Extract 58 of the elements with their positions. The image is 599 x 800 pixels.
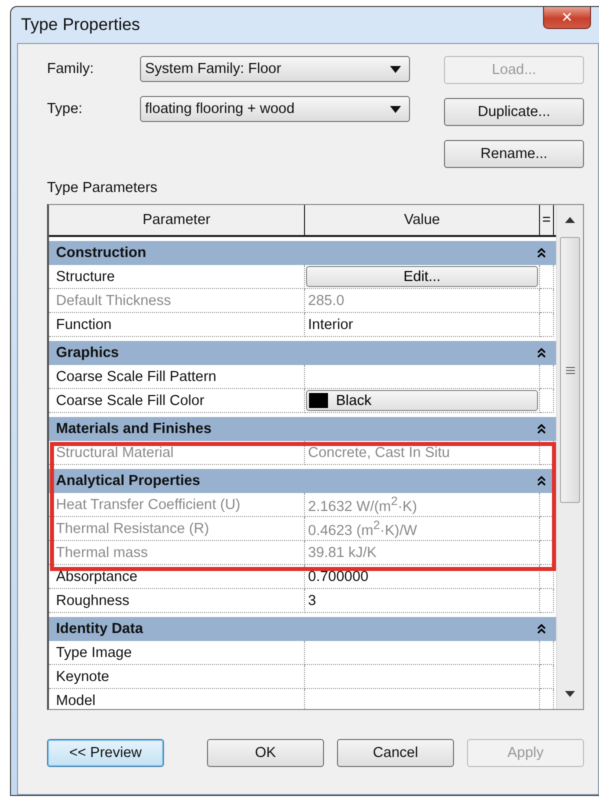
parameter-name: Coarse Scale Fill Color	[49, 389, 305, 413]
value-cell[interactable]	[305, 365, 540, 389]
parameter-value: Concrete, Cast In Situ	[307, 444, 450, 460]
column-header[interactable]: Value	[305, 205, 540, 235]
collapse-icon	[537, 348, 546, 358]
parameter-name: Absorptance	[49, 565, 305, 589]
scrollbar[interactable]	[556, 205, 583, 709]
parameter-value: 39.81 kJ/K	[307, 544, 377, 560]
parameter-name: Thermal mass	[49, 541, 305, 565]
window-title: Type Properties	[21, 15, 140, 35]
dropdown[interactable]: System Family: Floor	[140, 56, 410, 82]
scroll-thumb[interactable]	[560, 237, 580, 503]
collapse-icon	[537, 424, 546, 434]
edit-button[interactable]: Edit...	[306, 266, 538, 287]
scroll-down-icon[interactable]	[565, 691, 575, 697]
parameter-value: 0.4623 (m$^{2}$·K)/W	[307, 518, 418, 539]
group-header[interactable]: Identity Data	[49, 617, 556, 641]
group-header[interactable]: Construction	[49, 241, 556, 265]
parameter-name: Thermal Resistance (R)	[49, 517, 305, 541]
parameter-name: Keynote	[49, 665, 305, 689]
field-label: Family:	[47, 61, 95, 77]
collapse-icon	[537, 624, 546, 634]
parameter-value: 2.1632 W/(m$^{2}$·K)	[307, 494, 418, 515]
parameter-name: Model	[49, 689, 305, 709]
scroll-up-icon[interactable]	[565, 217, 575, 223]
collapse-icon	[537, 476, 546, 486]
dropdown[interactable]: floating flooring + wood	[140, 96, 410, 122]
parameter-name: Roughness	[49, 589, 305, 613]
collapse-icon	[537, 248, 546, 258]
caret-icon	[390, 106, 401, 112]
parameter-name: Type Image	[49, 641, 305, 665]
group-header[interactable]: Materials and Finishes	[49, 417, 556, 441]
parameter-value: 3	[307, 592, 316, 608]
close-button[interactable]: ✕	[543, 7, 591, 29]
field-label: Type:	[47, 101, 84, 117]
group-header[interactable]: Graphics	[49, 341, 556, 365]
value-cell[interactable]	[305, 641, 540, 665]
section-title: Type Parameters	[47, 180, 158, 196]
parameter-name: Structural Material	[49, 441, 305, 465]
caret-icon	[390, 66, 401, 72]
column-header[interactable]: Parameter	[49, 205, 305, 235]
column-header[interactable]: =	[540, 205, 554, 235]
parameter-name: Heat Transfer Coefficient (U)	[49, 493, 305, 517]
parameter-value: 285.0	[307, 292, 344, 308]
value-cell[interactable]	[305, 665, 540, 689]
dialog-button[interactable]: Duplicate...	[444, 98, 584, 126]
dialog-button[interactable]: Rename...	[444, 140, 584, 168]
grip-icon	[566, 366, 574, 374]
parameter-value: 0.700000	[307, 568, 368, 584]
color-button[interactable]: Black	[306, 390, 538, 411]
dialog-button[interactable]: << Preview	[47, 739, 164, 767]
dialog-button[interactable]: Cancel	[337, 739, 454, 767]
parameter-name: Coarse Scale Fill Pattern	[49, 365, 305, 389]
dialog-button[interactable]: OK	[207, 739, 324, 767]
parameter-name: Default Thickness	[49, 289, 305, 313]
parameter-name: Function	[49, 313, 305, 337]
parameter-value: Interior	[307, 316, 354, 332]
parameter-name: Structure	[49, 265, 305, 289]
